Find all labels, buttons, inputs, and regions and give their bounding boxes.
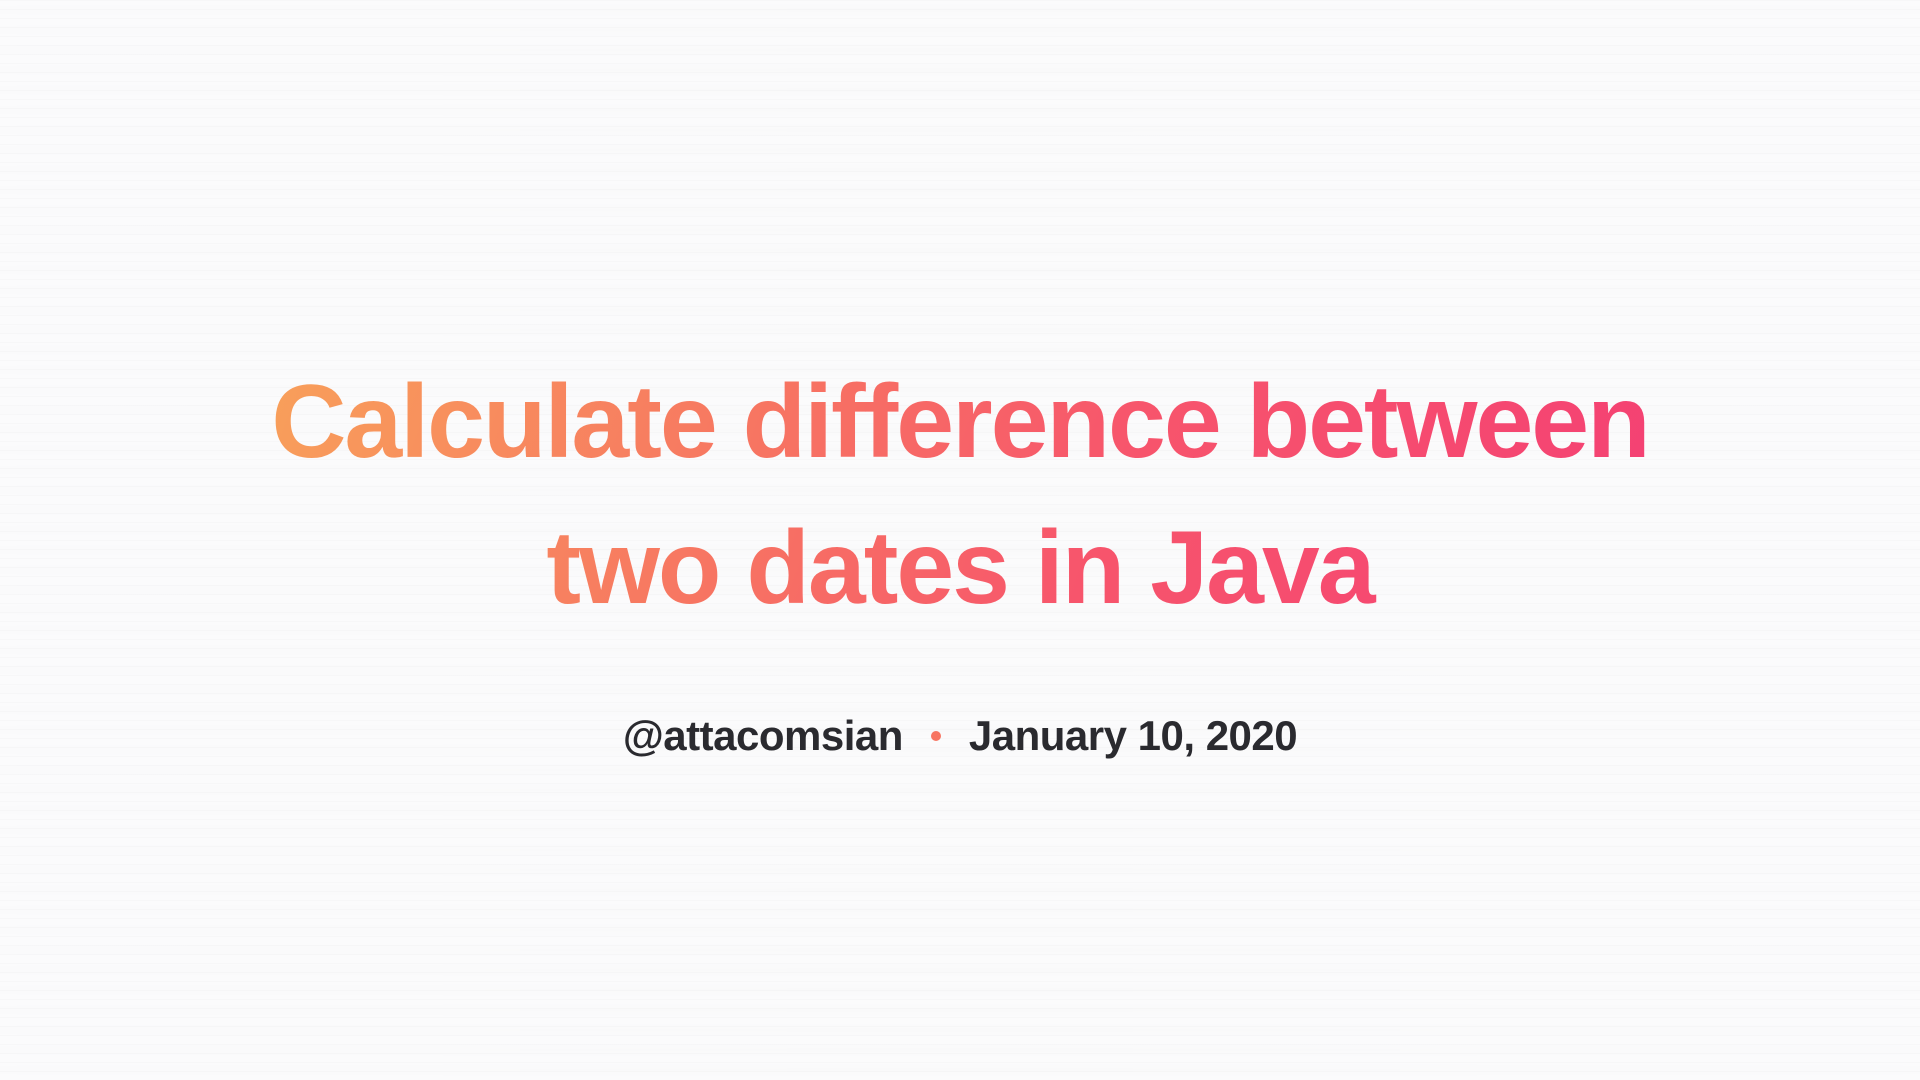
dot-separator-icon [931,731,941,741]
author-handle: @attacomsian [623,712,903,760]
meta-row: @attacomsian January 10, 2020 [623,712,1297,760]
page-title: Calculate difference between two dates i… [260,350,1660,641]
publish-date: January 10, 2020 [969,712,1297,760]
content-container: Calculate difference between two dates i… [260,320,1660,759]
